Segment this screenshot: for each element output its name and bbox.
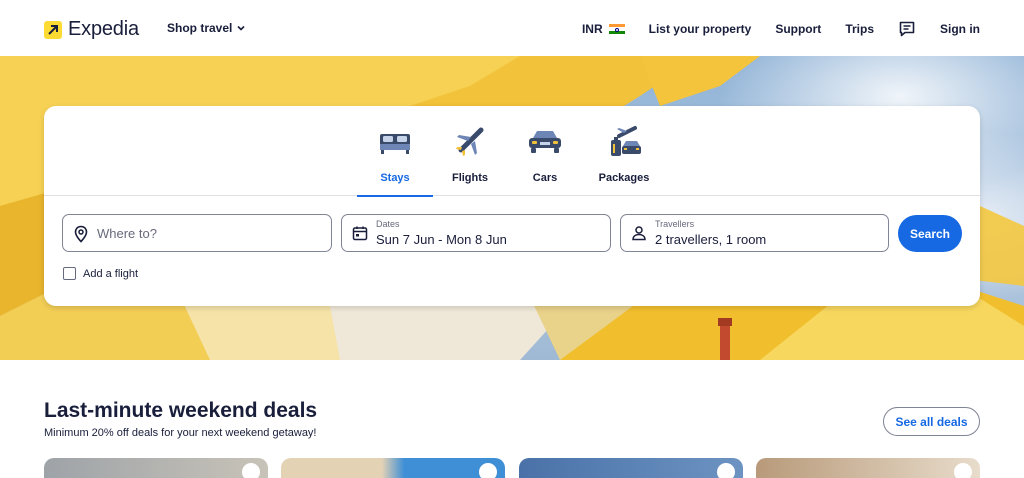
shop-travel-menu[interactable]: Shop travel: [167, 21, 246, 35]
package-icon: [586, 122, 662, 162]
favorite-heart-icon[interactable]: [717, 463, 735, 478]
dates-field[interactable]: Dates Sun 7 Jun - Mon 8 Jun: [341, 214, 611, 252]
search-tabs: Stays Flights Cars Packages: [44, 106, 980, 197]
calendar-icon: [352, 226, 368, 241]
add-flight-label: Add a flight: [83, 267, 139, 280]
tab-cars[interactable]: Cars: [507, 122, 583, 196]
list-property-link[interactable]: List your property: [649, 22, 752, 36]
india-flag-icon: [608, 23, 625, 35]
plane-icon: [432, 122, 508, 162]
tab-flights[interactable]: Flights: [432, 122, 508, 196]
tab-packages[interactable]: Packages: [586, 122, 662, 196]
add-flight-checkbox[interactable]: [63, 267, 76, 280]
travellers-label: Travellers: [655, 219, 695, 229]
tab-label: Flights: [451, 172, 489, 184]
deal-card[interactable]: [519, 458, 743, 478]
destination-placeholder: Where to?: [97, 226, 157, 241]
travellers-value: 2 travellers, 1 room: [655, 232, 767, 247]
chat-icon[interactable]: [898, 20, 916, 38]
sign-in-link[interactable]: Sign in: [940, 22, 980, 36]
deals-heading: Last-minute weekend deals: [44, 399, 318, 422]
logo-arrow-icon: [44, 20, 62, 39]
travellers-field[interactable]: Travellers 2 travellers, 1 room: [620, 214, 889, 252]
tab-label: Packages: [598, 172, 650, 184]
favorite-heart-icon[interactable]: [479, 463, 497, 478]
add-flight-option[interactable]: Add a flight: [63, 267, 138, 280]
shop-travel-label: Shop travel: [167, 21, 233, 35]
deal-card[interactable]: [281, 458, 505, 478]
deals-subtitle: Minimum 20% off deals for your next week…: [44, 427, 317, 439]
trips-link[interactable]: Trips: [845, 22, 874, 36]
dates-label: Dates: [376, 219, 400, 229]
support-link[interactable]: Support: [775, 22, 821, 36]
favorite-heart-icon[interactable]: [954, 463, 972, 478]
location-pin-icon: [74, 225, 88, 243]
chevron-down-icon: [237, 25, 245, 31]
favorite-heart-icon[interactable]: [242, 463, 260, 478]
currency-label: INR: [581, 22, 603, 36]
top-nav: Expedia Shop travel INR List your proper…: [0, 0, 1024, 56]
see-all-deals-button[interactable]: See all deals: [883, 407, 980, 436]
search-button[interactable]: Search: [898, 215, 962, 252]
tab-label: Cars: [532, 172, 558, 184]
tab-stays[interactable]: Stays: [357, 122, 433, 197]
deal-card[interactable]: [756, 458, 980, 478]
expedia-logo[interactable]: Expedia: [44, 18, 139, 41]
person-icon: [632, 226, 646, 241]
bed-icon: [357, 122, 433, 162]
hero-banner: Stays Flights Cars Packages Where to? Da…: [0, 56, 1024, 360]
currency-selector[interactable]: INR: [582, 22, 625, 36]
search-card: Stays Flights Cars Packages Where to? Da…: [44, 106, 980, 306]
car-icon: [507, 122, 583, 162]
destination-field[interactable]: Where to?: [62, 214, 332, 252]
brand-name: Expedia: [68, 18, 139, 40]
deal-card[interactable]: [44, 458, 268, 478]
dates-value: Sun 7 Jun - Mon 8 Jun: [376, 232, 507, 247]
tab-label: Stays: [380, 172, 410, 184]
